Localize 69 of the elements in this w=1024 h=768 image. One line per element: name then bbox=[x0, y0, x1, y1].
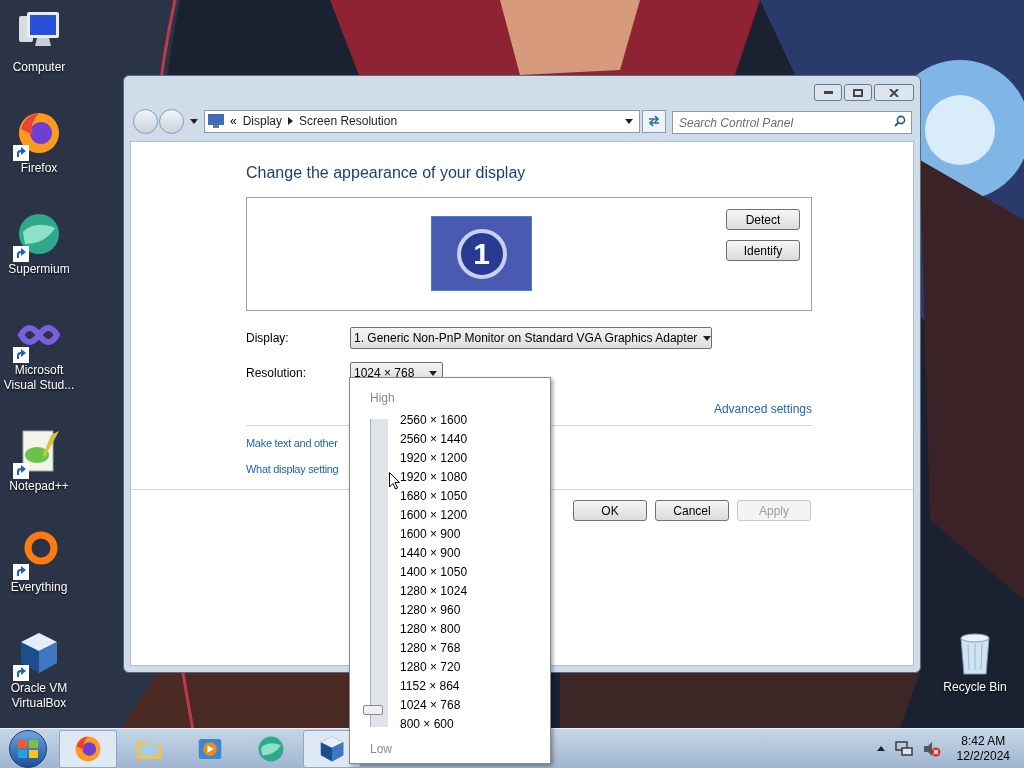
dialog-button[interactable]: Detect bbox=[726, 209, 800, 230]
monitor-number: 1 bbox=[473, 238, 490, 269]
monitor-preview[interactable]: 1 bbox=[431, 216, 532, 291]
close-button[interactable] bbox=[874, 84, 914, 101]
muted-speaker-icon[interactable] bbox=[922, 740, 941, 757]
icon-label[interactable]: Notepad++ bbox=[9, 479, 69, 494]
cursor-icon bbox=[389, 472, 400, 490]
maximize-icon bbox=[853, 88, 863, 97]
icon-label[interactable]: Oracle VM VirtualBox bbox=[0, 681, 78, 711]
caret-icon bbox=[703, 335, 712, 341]
field-label: Display: bbox=[246, 330, 290, 347]
help-link[interactable]: Make text and other bbox=[246, 435, 338, 452]
monitor-icon bbox=[208, 114, 224, 128]
resolution-option[interactable]: 1920 × 1200 bbox=[400, 449, 468, 468]
resolution-option[interactable]: 1280 × 768 bbox=[400, 639, 468, 658]
icon-label[interactable]: Everything bbox=[10, 580, 68, 595]
resolution-option[interactable]: 2560 × 1600 bbox=[400, 411, 468, 430]
resolution-option[interactable]: 1024 × 768 bbox=[400, 696, 468, 715]
help-link[interactable]: What display setting bbox=[246, 460, 339, 477]
maximize-button[interactable] bbox=[844, 84, 872, 101]
icon-label[interactable]: Computer bbox=[12, 60, 66, 75]
resolution-option[interactable]: 1600 × 1200 bbox=[400, 506, 468, 525]
display-dropdown[interactable]: 1. Generic Non-PnP Monitor on Standard VGA Graphics Adapter bbox=[350, 327, 712, 349]
dialog-button[interactable]: Identify bbox=[726, 240, 800, 261]
windows-logo-icon bbox=[18, 739, 38, 758]
resolution-option[interactable]: 1280 × 720 bbox=[400, 658, 468, 677]
breadcrumb-item[interactable]: Display bbox=[242, 112, 283, 130]
resolution-option[interactable]: 1680 × 1050 bbox=[400, 487, 468, 506]
icon-label[interactable]: Microsoft Visual Stud... bbox=[0, 363, 78, 393]
clock-time[interactable]: 8:42 AM bbox=[961, 733, 1006, 749]
dialog-button[interactable]: OK bbox=[573, 500, 647, 521]
slider-thumb[interactable] bbox=[363, 705, 383, 715]
field-label: Resolution: bbox=[246, 365, 308, 382]
history-caret-icon bbox=[190, 118, 198, 124]
minimize-button[interactable] bbox=[814, 84, 842, 101]
address-bar[interactable]: « Display Screen Resolution bbox=[204, 109, 640, 133]
resolution-option[interactable]: 1440 × 900 bbox=[400, 544, 468, 563]
dialog-button[interactable]: Cancel bbox=[655, 500, 729, 521]
resolution-option[interactable]: 1600 × 900 bbox=[400, 525, 468, 544]
resolution-option[interactable]: 2560 × 1440 bbox=[400, 430, 468, 449]
search-field[interactable]: Search Control Panel bbox=[672, 111, 912, 134]
close-icon bbox=[889, 88, 899, 97]
page-heading: Change the appearance of your display bbox=[246, 163, 527, 183]
clock-date[interactable]: 12/2/2024 bbox=[956, 748, 1010, 764]
refresh-icon bbox=[647, 115, 661, 127]
resolution-option[interactable]: 800 × 600 bbox=[400, 715, 468, 734]
resolution-option[interactable]: 1280 × 1024 bbox=[400, 582, 468, 601]
high-label: High bbox=[370, 390, 395, 407]
refresh-button[interactable] bbox=[642, 109, 666, 133]
minimize-icon bbox=[823, 91, 833, 94]
breadcrumb-overflow[interactable]: « bbox=[230, 112, 237, 130]
resolution-option[interactable]: 1920 × 1080 bbox=[400, 468, 468, 487]
address-caret-icon bbox=[625, 118, 633, 124]
advanced-settings-link[interactable]: Advanced settings bbox=[713, 400, 812, 418]
chevron-right-icon bbox=[288, 117, 294, 125]
resolution-option[interactable]: 1280 × 800 bbox=[400, 620, 468, 639]
icon-label[interactable]: Firefox bbox=[20, 161, 58, 176]
icon-label[interactable]: Supermium bbox=[8, 262, 70, 277]
search-icon bbox=[894, 114, 906, 127]
resolution-option[interactable]: 1152 × 864 bbox=[400, 677, 468, 696]
breadcrumb-item[interactable]: Screen Resolution bbox=[299, 112, 398, 130]
start-button[interactable] bbox=[9, 729, 47, 768]
low-label: Low bbox=[370, 741, 392, 758]
icon-label[interactable]: Recycle Bin bbox=[943, 680, 1007, 695]
resolution-option[interactable]: 1280 × 960 bbox=[400, 601, 468, 620]
network-icon[interactable] bbox=[894, 740, 913, 757]
taskbar-button[interactable] bbox=[59, 729, 117, 768]
resolution-option[interactable]: 1400 × 1050 bbox=[400, 563, 468, 582]
show-hidden-icons-icon[interactable] bbox=[876, 746, 885, 751]
